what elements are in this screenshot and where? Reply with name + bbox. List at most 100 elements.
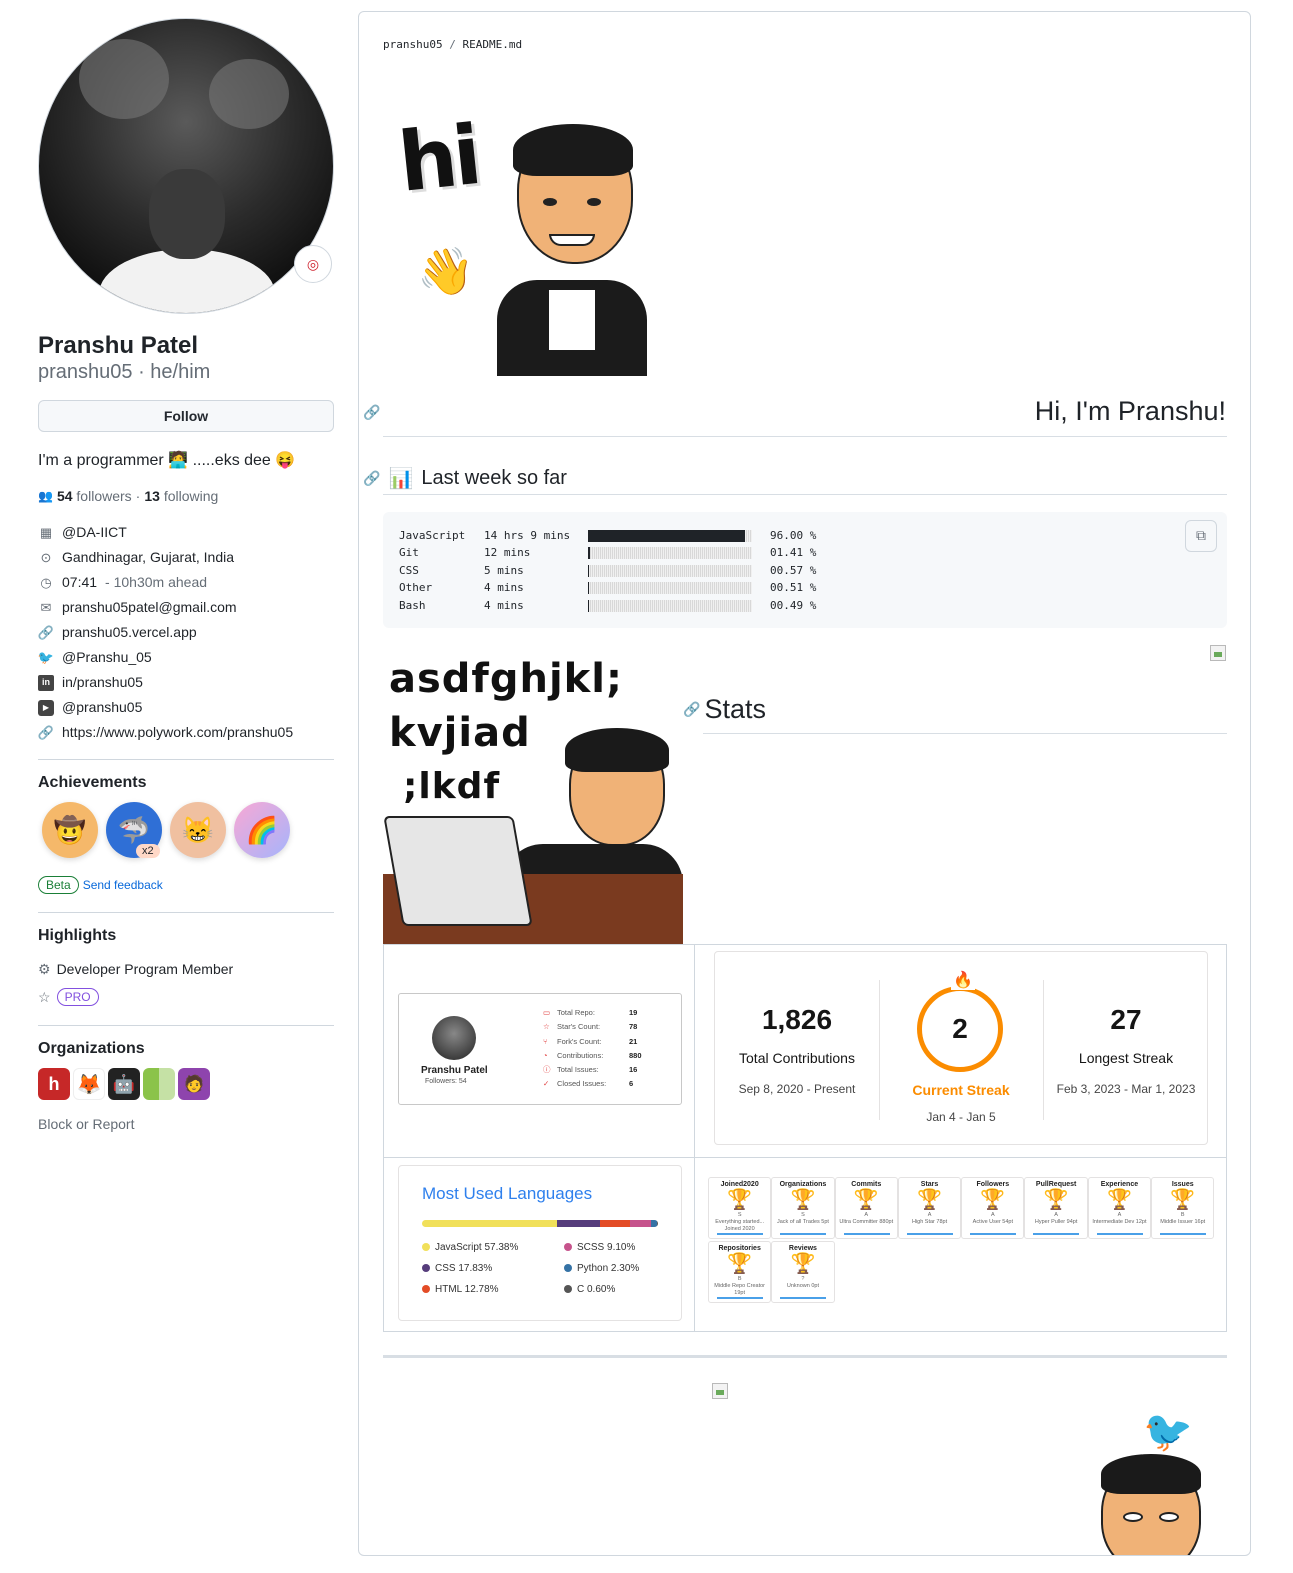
trophy-title: PullRequest xyxy=(1035,1181,1077,1188)
link-icon: 🔗 xyxy=(363,404,381,420)
copy-button[interactable]: ⧉ xyxy=(1185,520,1217,552)
trophy-card[interactable]: Stars 🏆 A High Star 78pt xyxy=(897,1177,962,1239)
trophy-card[interactable]: Followers 🏆 A Active User 54pt xyxy=(961,1177,1025,1239)
trophy-subtitle: Hyper Puller 94pt xyxy=(1034,1219,1078,1225)
achievement-badge-octocat[interactable]: 😸 xyxy=(170,802,226,858)
trophy-subtitle: Ultra Committer 880pt xyxy=(839,1219,894,1225)
stat-label: Total Issues: xyxy=(557,1065,599,1075)
wakatime-lang: JavaScript xyxy=(399,529,466,542)
stat-label: Contributions: xyxy=(557,1050,604,1060)
wakatime-bar-fill xyxy=(588,599,589,612)
highlight-pro: ☆ PRO xyxy=(38,983,334,1011)
link-icon[interactable]: 🔗 xyxy=(363,470,380,487)
status-target-icon[interactable]: ◎ xyxy=(294,245,332,283)
greeting-anchor[interactable]: 🔗 xyxy=(363,404,380,421)
trophy-card[interactable]: Reviews 🏆? Unknown 0pt xyxy=(771,1241,835,1303)
trophy-card[interactable]: Organizations 🏆 S Jack of all Trades 5pt xyxy=(771,1177,835,1239)
divider xyxy=(38,912,334,913)
table-divider xyxy=(384,1157,1226,1158)
total-contributions-range: Sep 8, 2020 - Present xyxy=(738,1082,856,1096)
avatar-face xyxy=(149,169,225,259)
trophy-subtitle: Unknown 0pt xyxy=(786,1283,819,1289)
achievement-badges: 🤠 🦈 x2 😸 🌈 xyxy=(42,802,334,858)
language-dot xyxy=(564,1264,572,1272)
stat-label: Fork's Count: xyxy=(557,1036,602,1046)
top-languages-card[interactable]: Most Used Languages JavaScript 57.38% SCS… xyxy=(398,1165,682,1321)
trophy-card[interactable]: PullRequest 🏆 A Hyper Puller 94pt xyxy=(1024,1177,1088,1239)
highlight-developer-program[interactable]: ⚙ Developer Program Member xyxy=(38,955,334,983)
following-link[interactable]: 13 following xyxy=(144,488,218,504)
org-avatar-fox[interactable]: 🦊 xyxy=(73,1068,105,1100)
trophy-title: Stars xyxy=(920,1181,939,1188)
achievement-badge-shark[interactable]: 🦈 x2 xyxy=(106,802,162,858)
profile-card-stat: ⑂ Fork's Count: 21 xyxy=(543,1035,642,1049)
wakatime-pct: 00.49 % xyxy=(770,598,817,612)
profile-card-stat: ✓ Closed Issues: 6 xyxy=(543,1077,642,1091)
block-or-report-link[interactable]: Block or Report xyxy=(38,1116,334,1132)
wakatime-row: Git 12 mins 01.41 % xyxy=(399,544,1211,561)
org-avatar-pixel[interactable] xyxy=(143,1068,175,1100)
profile-avatar[interactable] xyxy=(38,18,334,314)
github-profile-card[interactable]: Pranshu Patel Followers: 54 ▭ Total Repo:… xyxy=(398,993,682,1105)
streak-card[interactable]: 1,826 Total Contributions Sep 8, 2020 - … xyxy=(714,951,1208,1145)
section-rule xyxy=(383,1355,1227,1358)
detail-email[interactable]: ✉ pranshu05patel@gmail.com xyxy=(38,595,334,620)
achievement-multiplier: x2 xyxy=(136,844,160,858)
language-label: JavaScript 57.38% xyxy=(435,1242,519,1253)
greeting-heading: Hi, I'm Pranshu! xyxy=(1034,396,1226,426)
follow-button[interactable]: Follow xyxy=(38,400,334,432)
profile-card-stat: ◔ Contributions: 880 xyxy=(543,1049,642,1063)
stat-label: Star's Count: xyxy=(557,1022,601,1032)
detail-website[interactable]: 🔗 pranshu05.vercel.app xyxy=(38,620,334,645)
trophy-cup-icon: 🏆 xyxy=(853,1189,879,1211)
wakatime-bar xyxy=(588,547,752,560)
languages-title: Most Used Languages xyxy=(422,1184,593,1203)
detail-youtube[interactable]: ▶ @pranshu05 xyxy=(38,695,334,720)
divider xyxy=(38,759,334,760)
stat-value: 19 xyxy=(629,1008,638,1017)
follow-separator: · xyxy=(135,488,141,504)
link-icon[interactable]: 🔗 xyxy=(683,701,700,718)
detail-text: @Pranshu_05 xyxy=(62,649,152,665)
trophy-card[interactable]: Joined2020 🏆 S Everything started... Joined… xyxy=(708,1177,772,1239)
detail-organization[interactable]: ▦ @DA-IICT xyxy=(38,520,334,545)
org-avatar-h[interactable]: h xyxy=(38,1068,70,1100)
link-icon: 🔗 xyxy=(37,725,55,740)
highlights-title: Highlights xyxy=(38,927,117,944)
org-avatar-robot[interactable]: 🤖 xyxy=(108,1068,140,1100)
trophy-progress xyxy=(1096,1233,1143,1235)
profile-name: Pranshu Patel xyxy=(38,332,199,359)
detail-location: ⊙ Gandhinagar, Gujarat, India xyxy=(38,545,334,570)
trophy-card[interactable]: Issues 🏆 B Middle Issuer 16pt xyxy=(1151,1177,1215,1239)
trophy-cup-icon: 🏆 xyxy=(790,1253,816,1275)
hi-sticker-text: hi xyxy=(394,108,483,211)
youtube-icon: ▶ xyxy=(38,699,54,716)
trophy-rank: A xyxy=(991,1212,995,1218)
cpu-icon: ⚙ xyxy=(38,961,51,977)
trophy-card[interactable]: Repositories 🏆 B Middle Repo Creator 19pt xyxy=(708,1241,772,1303)
heading-rule xyxy=(703,733,1227,734)
trophy-card[interactable]: Experience 🏆 A Intermediate Dev 12pt xyxy=(1087,1177,1152,1239)
detail-linkedin[interactable]: in in/pranshu05 xyxy=(38,670,334,695)
trophy-subtitle: Everything started... Joined 2020 xyxy=(715,1219,765,1232)
achievement-badge-yolo[interactable]: 🌈 xyxy=(234,802,290,858)
readme-panel: pranshu05 / README.md hi 👋 🔗 Hi, I'm Pra… xyxy=(358,11,1251,1556)
trophy-progress xyxy=(906,1233,953,1235)
waving-hand-icon: 👋 xyxy=(417,245,475,297)
trophy-title: Followers xyxy=(976,1181,1010,1188)
trophy-cup-icon: 🏆 xyxy=(1043,1189,1069,1211)
followers-link[interactable]: 54 followers xyxy=(57,488,132,504)
path-owner-link[interactable]: pranshu05 xyxy=(383,38,443,51)
send-feedback-link[interactable]: Send feedback xyxy=(83,878,163,892)
total-contributions-value: 1,826 xyxy=(761,1004,833,1035)
link-icon: 🔗 xyxy=(37,625,55,640)
org-avatar-person[interactable]: 🧑 xyxy=(178,1068,210,1100)
achievement-badge-cowboy[interactable]: 🤠 xyxy=(42,802,98,858)
trophy-card[interactable]: Commits 🏆 A Ultra Committer 880pt xyxy=(834,1177,898,1239)
location-icon: ⊙ xyxy=(40,550,52,565)
languages-legend: JavaScript 57.38% SCSS 9.10% CSS 17.83% Pyt… xyxy=(422,1242,662,1295)
detail-twitter[interactable]: 🐦 @Pranshu_05 xyxy=(38,645,334,670)
language-dot xyxy=(422,1243,430,1251)
detail-polywork[interactable]: 🔗 https://www.polywork.com/pranshu05 xyxy=(38,720,334,745)
trophy-progress xyxy=(1160,1233,1207,1235)
